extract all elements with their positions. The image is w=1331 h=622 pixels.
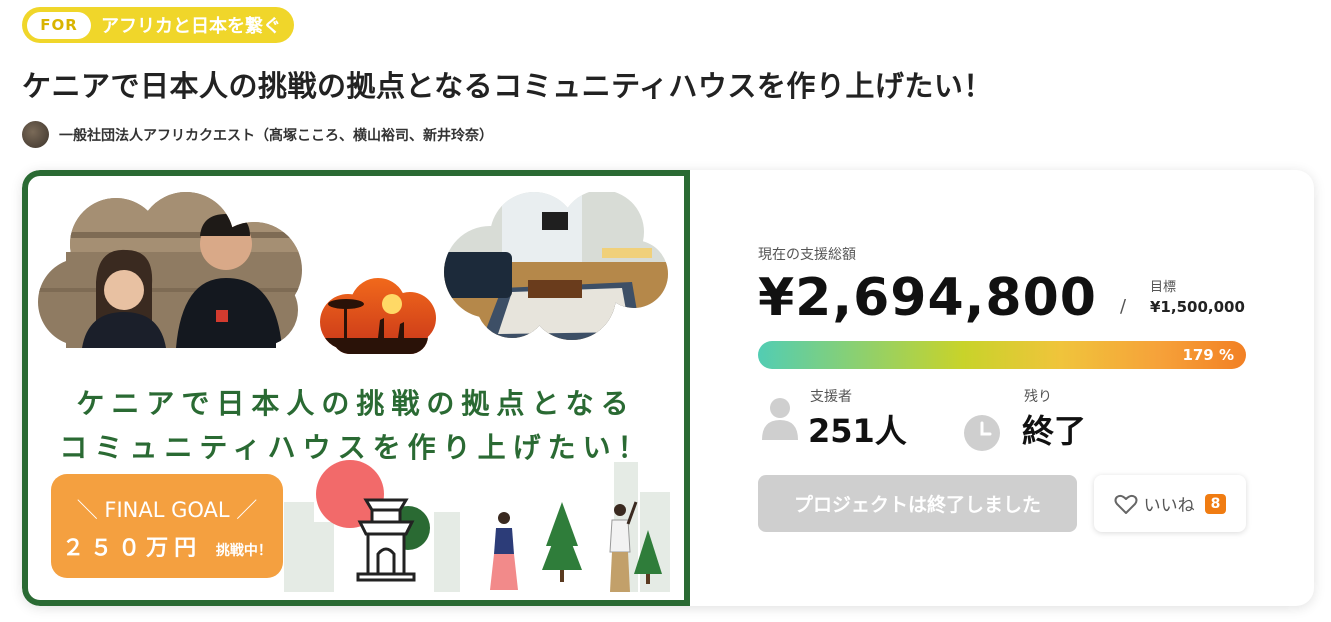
heart-icon [1114,494,1138,514]
progress-bar: 179 % [758,341,1246,369]
goal-suffix: 挑戦中！ [215,543,272,559]
avatar [22,121,49,148]
tag-label: アフリカと日本を繋ぐ [101,16,281,37]
person-icon [762,398,798,440]
project-ended-button[interactable]: プロジェクトは終了しました [758,475,1077,532]
visual-title-line-1: ケニアで日本人の挑戦の拠点となる [76,387,636,420]
like-count-badge: 8 [1204,493,1227,514]
project-card: ケニアで日本人の挑戦の拠点となる コミュニティハウスを作り上げたい！ ＼ FIN… [22,170,1314,606]
like-button[interactable]: いいね 8 [1094,475,1246,532]
project-title: ケニアで日本人の挑戦の拠点となるコミュニティハウスを作り上げたい！ [22,69,993,103]
like-label: いいね [1143,496,1195,516]
supporters-label: 支援者 [810,389,852,405]
category-tag[interactable]: FOR アフリカと日本を繋ぐ [22,7,294,43]
room-photo [444,192,668,340]
total-label: 現在の支援総額 [758,247,856,263]
project-owner[interactable]: 一般社団法人アフリカクエスト（髙塚こころ、横山裕司、新井玲奈） [22,121,493,148]
remaining-label: 残り [1024,389,1052,405]
clock-icon [964,415,1000,451]
goal-amount-line: ２５０万円 挑戦中！ [51,530,283,562]
total-amount: ¥2,694,800 [758,268,1097,328]
illustration-scene [284,460,670,592]
people-photo [38,192,302,348]
final-goal-badge: ＼ FINAL GOAL ／ ２５０万円 挑戦中！ [51,474,283,578]
owner-name: 一般社団法人アフリカクエスト（髙塚こころ、横山裕司、新井玲奈） [59,127,493,144]
project-main-image: ケニアで日本人の挑戦の拠点となる コミュニティハウスを作り上げたい！ ＼ FIN… [22,170,690,606]
goal-heading: ＼ FINAL GOAL ／ [76,498,258,522]
goal-value: ¥1,500,000 [1150,298,1245,316]
progress-percent: 179 % [1182,346,1234,364]
tag-prefix: FOR [27,11,91,39]
goal-label: 目標 [1150,280,1177,295]
goal-amount: ２５０万円 [62,536,203,561]
amount-separator: / [1120,296,1127,317]
supporters-value: 251人 [808,412,907,450]
remaining-value: 終了 [1022,412,1087,450]
sunset-photo [320,278,436,354]
